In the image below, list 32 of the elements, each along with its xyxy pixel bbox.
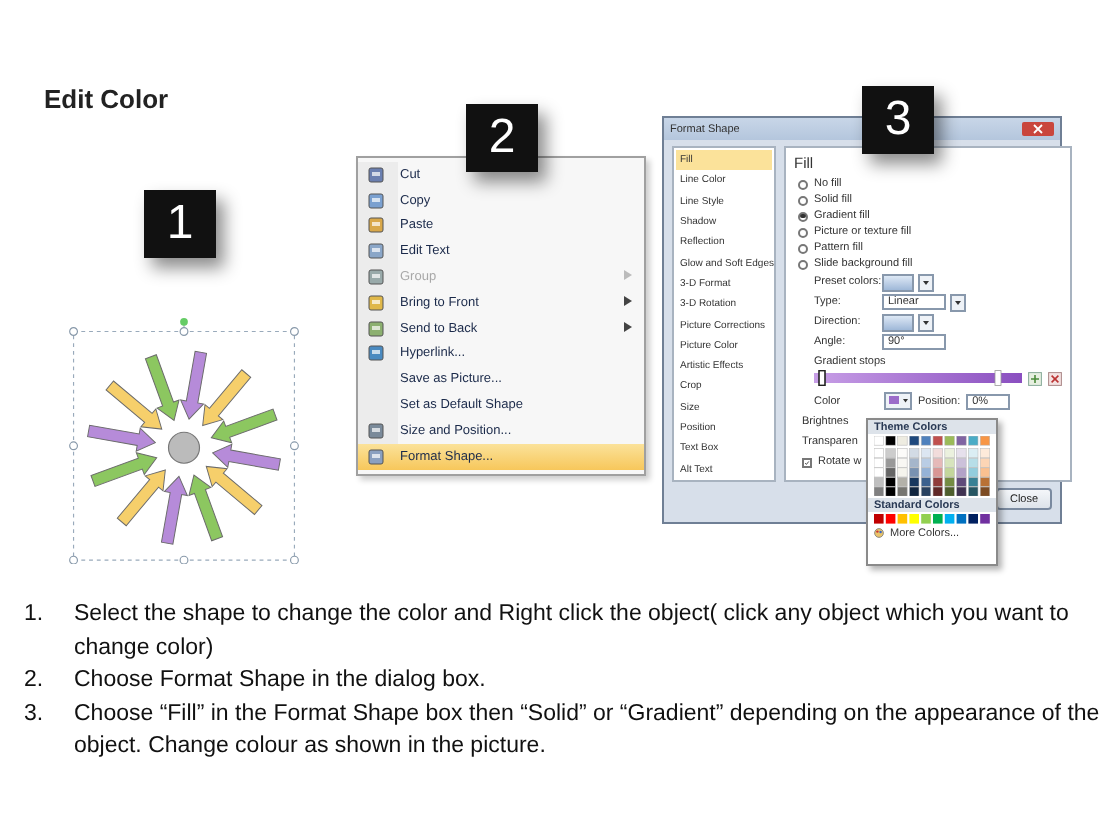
radio-button[interactable] (798, 259, 808, 269)
caret-icon[interactable] (950, 293, 966, 311)
instruction-text: Select the shape to change the color and Right click the object( click any object which you want to change color) (74, 600, 1071, 663)
palette-icon (874, 528, 884, 538)
swatch-dropdown[interactable] (882, 313, 914, 331)
step-number-label: 2. (22, 666, 46, 696)
theme-swatch-grid[interactable] (874, 436, 990, 496)
radio-button[interactable] (798, 179, 808, 189)
swatch-dropdown[interactable] (882, 273, 914, 291)
step-number: 3 (862, 86, 934, 154)
color-picker-button[interactable] (884, 392, 912, 410)
stop-handle[interactable] (994, 370, 1002, 386)
add-stop-icon[interactable] (1028, 371, 1042, 385)
remove-stop-icon[interactable] (1048, 371, 1062, 385)
close-icon[interactable] (1022, 122, 1054, 136)
radio-button[interactable] (798, 227, 808, 237)
step-number: 2 (466, 104, 538, 172)
step-number-label: 3. (22, 699, 46, 729)
radio-button[interactable] (798, 195, 808, 205)
caret-icon[interactable] (918, 313, 934, 331)
checkbox[interactable] (802, 457, 812, 467)
gradient-slider[interactable] (814, 370, 1022, 386)
stop-handle[interactable] (818, 370, 826, 386)
standard-swatch-row[interactable] (874, 514, 990, 524)
instruction-text: Choose Format Shape in the dialog box. (74, 666, 486, 696)
slide-title: Edit Color (44, 84, 169, 114)
step-number: 1 (144, 190, 216, 258)
radio-button[interactable] (798, 211, 808, 221)
radio-button[interactable] (798, 243, 808, 253)
step-number-label: 1. (22, 600, 46, 630)
caret-icon[interactable] (918, 273, 934, 291)
instruction-text: Choose “Fill” in the Format Shape box then “Solid” or “Gradient” depending on the appearance of the object. Change colour as shown in the picture. (74, 699, 1100, 762)
